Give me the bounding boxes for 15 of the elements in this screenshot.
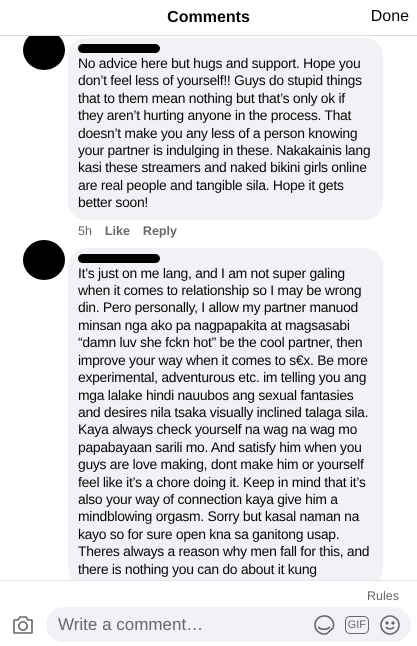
emoji-icon[interactable]: [379, 614, 401, 636]
camera-icon[interactable]: [12, 614, 34, 634]
comment-input-field[interactable]: Write a comment… GIF: [46, 607, 411, 642]
comment-text: It’s just on me lang, and I am not super galing when it comes to relationship so I may be wrong din. Pero personally, I allow my partner manuod minsan nga ako pa nagpapakita at magsasabi “damn luv she fckn hot” be the cool partner, then improve your way when it comes to s€x. Be more experimental, adventurous etc. im telling you ang mga lalake hindi nauubos ang sexual fantasies and desires nila tsaka visually inclined talaga sila. Kaya always check yourself na wag na wag mo papabayaan sarili mo. And satisfy him when you guys are love making, dont make him or yourself feel like it’s a chore doing it. Keep in mind that it’s also your way of connection kaya give him a mindblowing orgasm. Sorry but kasal naman na kayo so for sure open kna sa ganitong usap. Theres always a reason why men fall for this, and there is nothing you can do about it kung: [78, 264, 370, 578]
done-button[interactable]: Done: [370, 8, 409, 26]
rules-link[interactable]: Rules: [367, 589, 399, 603]
reply-button[interactable]: Reply: [142, 224, 177, 238]
sticker-icon[interactable]: [312, 614, 335, 636]
screen-title: Comments: [167, 8, 250, 26]
comment-text: No advice here but hugs and support. Hope you don’t feel less of yourself!! Guys do stupid things that to them mean nothing but that’s only ok if they aren’t hurting anyone in the process. That doesn’t make you any less of a person knowing your partner is indulging in these. Nakakainis lang kasi these streamers and naked bikini girls online are real people and tangible sila. Hope it gets better soon!: [78, 55, 372, 212]
like-button[interactable]: Like: [104, 224, 130, 238]
gif-button[interactable]: GIF: [344, 616, 369, 634]
redaction-mark: [23, 36, 65, 70]
redaction-mark: [23, 240, 65, 280]
comment-time: 5h: [78, 224, 92, 238]
